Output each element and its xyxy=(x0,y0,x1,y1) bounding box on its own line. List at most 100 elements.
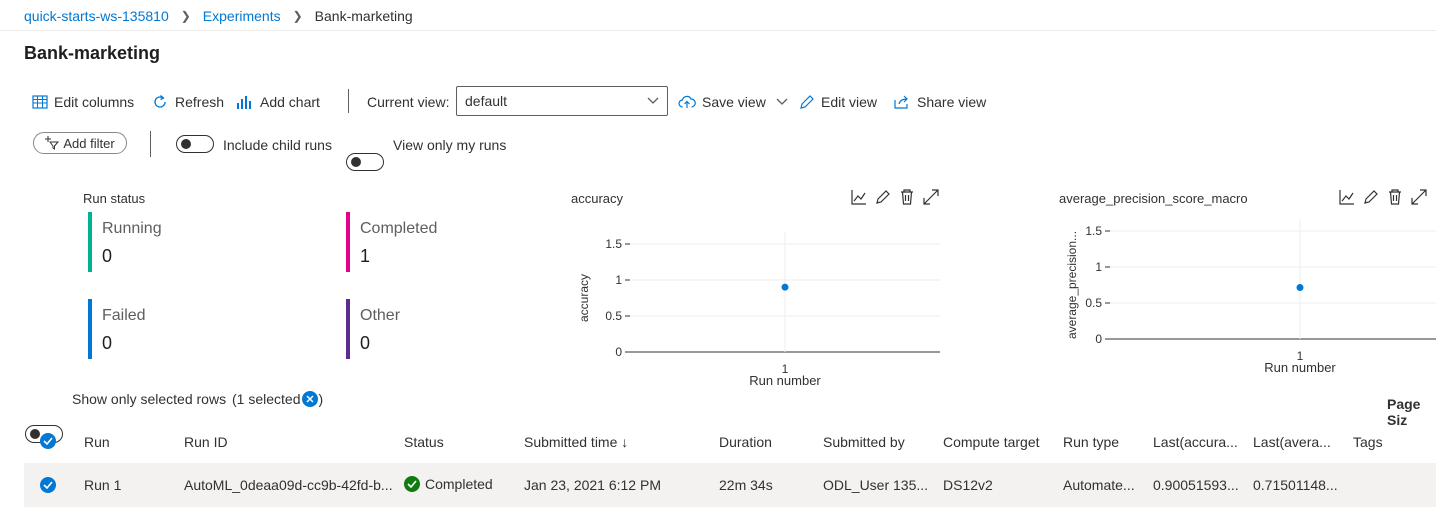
divider xyxy=(150,131,151,157)
checkmark-icon xyxy=(43,481,53,489)
select-all-checkbox[interactable] xyxy=(40,433,56,449)
row-checkbox[interactable] xyxy=(40,477,56,493)
y-tick-label: 0.5 xyxy=(1085,296,1102,310)
checkmark-icon xyxy=(43,437,53,445)
add-filter-label: Add filter xyxy=(63,135,115,151)
submitted-by-cell: ODL_User 135... xyxy=(823,477,929,493)
trash-icon[interactable] xyxy=(899,189,915,205)
include-child-runs-toggle[interactable] xyxy=(176,135,214,153)
table-icon xyxy=(32,95,48,109)
y-tick-label: 1 xyxy=(1095,260,1102,274)
chevron-right-icon: ❯ xyxy=(180,9,191,23)
edit-view-label: Edit view xyxy=(821,94,878,110)
data-point xyxy=(1296,284,1304,292)
compute-target-link[interactable]: DS12v2 xyxy=(943,477,993,493)
run-type-cell: Automate... xyxy=(1063,477,1135,493)
selected-count-label: (1 selected xyxy=(232,391,301,407)
avg-precision-chart: 00.511.51Run numberaverage_precision... xyxy=(1065,219,1436,375)
chevron-down-icon xyxy=(776,98,788,105)
column-header-last-average[interactable]: Last(avera... xyxy=(1253,434,1331,450)
column-header-compute-target[interactable]: Compute target xyxy=(943,434,1040,450)
y-tick-label: 0.5 xyxy=(605,309,622,323)
x-axis-label: Run number xyxy=(1264,360,1336,375)
show-only-selected-label: Show only selected rows xyxy=(72,391,227,407)
edit-columns-button[interactable]: Edit columns xyxy=(32,91,134,113)
run-status-running: Running 0 xyxy=(88,212,162,272)
run-status-other: Other 0 xyxy=(346,299,400,359)
refresh-label: Refresh xyxy=(175,94,225,110)
refresh-icon xyxy=(154,95,166,108)
refresh-button[interactable]: Refresh xyxy=(151,91,224,113)
pencil-icon xyxy=(800,95,814,109)
column-header-submitted-by[interactable]: Submitted by xyxy=(823,434,905,450)
x-axis-label: Run number xyxy=(749,373,821,388)
last-average-cell: 0.71501148... xyxy=(1253,477,1338,493)
page-size-label: Page Siz xyxy=(1387,396,1421,428)
line-chart-icon[interactable] xyxy=(851,189,867,205)
bar-chart-icon xyxy=(237,96,251,109)
view-only-my-runs-toggle[interactable] xyxy=(346,153,384,171)
y-axis-label: accuracy xyxy=(577,274,591,322)
y-tick-label: 0 xyxy=(615,345,622,359)
column-header-duration[interactable]: Duration xyxy=(719,434,772,450)
add-chart-label: Add chart xyxy=(260,94,320,110)
breadcrumb-experiments-link[interactable]: Experiments xyxy=(203,8,281,24)
column-header-submitted-time[interactable]: Submitted time ↓ xyxy=(524,434,628,450)
save-view-label: Save view xyxy=(702,94,766,110)
column-header-status[interactable]: Status xyxy=(404,434,444,450)
chevron-down-icon xyxy=(647,97,659,104)
filter-add-icon xyxy=(45,136,60,150)
duration-cell: 22m 34s xyxy=(719,477,773,493)
selected-count-close: ) xyxy=(318,391,324,407)
y-axis-label: average_precision... xyxy=(1065,231,1079,339)
breadcrumb: quick-starts-ws-135810 ❯ Experiments ❯ B… xyxy=(24,6,413,26)
line-chart-icon[interactable] xyxy=(1339,189,1355,205)
y-tick-label: 1.5 xyxy=(605,237,622,251)
trash-icon[interactable] xyxy=(1387,189,1403,205)
completed-check-icon xyxy=(404,476,420,492)
view-only-my-runs-label: View only my runs xyxy=(393,137,507,153)
chevron-right-icon: ❯ xyxy=(292,9,303,23)
column-header-last-accuracy[interactable]: Last(accura... xyxy=(1153,434,1238,450)
cloud-upload-icon xyxy=(678,95,696,108)
share-icon xyxy=(894,95,908,109)
add-chart-button[interactable]: Add chart xyxy=(236,91,320,113)
edit-columns-label: Edit columns xyxy=(54,94,135,110)
pencil-icon[interactable] xyxy=(875,189,891,205)
y-tick-label: 0 xyxy=(1095,332,1102,346)
current-view-value: default xyxy=(465,93,508,109)
current-view-label: Current view: xyxy=(367,94,450,110)
accuracy-chart-title: accuracy xyxy=(571,191,624,206)
expand-icon[interactable] xyxy=(923,189,939,205)
clear-selection-icon[interactable] xyxy=(302,391,319,407)
divider xyxy=(348,89,349,113)
current-view-dropdown[interactable]: default xyxy=(456,86,668,116)
run-link[interactable]: Run 1 xyxy=(84,477,121,493)
status-text: Completed xyxy=(425,476,493,492)
run-status-completed: Completed 1 xyxy=(346,212,437,272)
submitted-time-cell: Jan 23, 2021 6:12 PM xyxy=(524,477,661,493)
page-title: Bank-marketing xyxy=(24,43,161,63)
accuracy-chart-actions xyxy=(851,189,939,205)
save-view-button[interactable]: Save view xyxy=(678,91,788,113)
last-accuracy-cell: 0.90051593... xyxy=(1153,477,1239,493)
column-header-run-type[interactable]: Run type xyxy=(1063,434,1119,450)
breadcrumb-workspace-link[interactable]: quick-starts-ws-135810 xyxy=(24,8,169,24)
run-id-link[interactable]: AutoML_0deaa09d-cc9b-42fd-b... xyxy=(184,477,393,493)
data-point xyxy=(781,283,789,291)
selected-count: (1 selected ) xyxy=(232,391,323,407)
column-header-run-id[interactable]: Run ID xyxy=(184,434,228,450)
expand-icon[interactable] xyxy=(1411,189,1427,205)
share-view-button[interactable]: Share view xyxy=(893,91,986,113)
breadcrumb-current: Bank-marketing xyxy=(314,8,413,24)
pencil-icon[interactable] xyxy=(1363,189,1379,205)
column-header-tags[interactable]: Tags xyxy=(1353,434,1383,450)
add-filter-button[interactable]: Add filter xyxy=(33,132,127,154)
run-status-title: Run status xyxy=(83,191,146,206)
edit-view-button[interactable]: Edit view xyxy=(799,91,877,113)
y-tick-label: 1 xyxy=(615,273,622,287)
run-status-failed: Failed 0 xyxy=(88,299,146,359)
divider xyxy=(0,30,1436,31)
status-cell: Completed xyxy=(404,476,493,492)
column-header-run[interactable]: Run xyxy=(84,434,110,450)
